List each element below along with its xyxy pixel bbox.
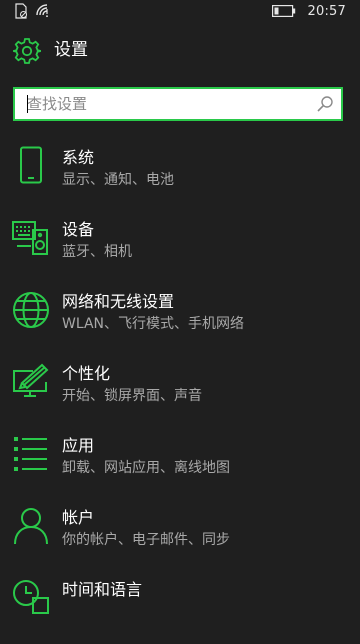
category-description: 显示、通知、电池	[62, 172, 174, 188]
category-personalization[interactable]: 个性化 开始、锁屏界面、声音	[0, 356, 360, 428]
text-caret	[27, 95, 28, 113]
person-icon	[11, 506, 51, 546]
gear-icon	[10, 37, 42, 69]
category-label: 系统	[62, 148, 95, 167]
category-label: 设备	[62, 220, 95, 239]
settings-category-list: 系统 显示、通知、电池 设备 蓝牙、相机 网络和无线设置 WLAN、飞行模式、手…	[0, 140, 360, 644]
status-bar: 20:57	[0, 0, 360, 24]
wifi-icon	[35, 3, 53, 23]
category-label: 应用	[62, 436, 95, 455]
category-time-language[interactable]: 时间和语言	[0, 572, 360, 644]
personalization-icon	[11, 362, 51, 402]
category-system[interactable]: 系统 显示、通知、电池	[0, 140, 360, 212]
category-label: 个性化	[62, 364, 111, 383]
page-title: 设置	[54, 40, 88, 60]
category-devices[interactable]: 设备 蓝牙、相机	[0, 212, 360, 284]
status-left	[14, 3, 53, 23]
page-header: 设置	[0, 34, 360, 68]
search-input[interactable]	[15, 89, 317, 119]
phone-icon	[11, 146, 51, 186]
category-description: 开始、锁屏界面、声音	[62, 388, 202, 404]
search-box[interactable]	[13, 87, 343, 121]
battery-icon	[271, 2, 296, 21]
devices-icon	[11, 218, 51, 258]
apps-list-icon	[11, 434, 51, 474]
time-language-icon	[11, 578, 51, 618]
category-description: 你的帐户、电子邮件、同步	[62, 532, 230, 548]
status-right: 20:57	[271, 2, 346, 21]
globe-icon	[11, 290, 51, 330]
category-label: 时间和语言	[62, 580, 143, 599]
category-label: 网络和无线设置	[62, 292, 175, 311]
no-sim-icon	[14, 3, 28, 23]
category-description: 卸载、网站应用、离线地图	[62, 460, 230, 476]
category-apps[interactable]: 应用 卸载、网站应用、离线地图	[0, 428, 360, 500]
category-description: 蓝牙、相机	[62, 244, 132, 260]
category-network[interactable]: 网络和无线设置 WLAN、飞行模式、手机网络	[0, 284, 360, 356]
category-label: 帐户	[62, 508, 95, 527]
category-description: WLAN、飞行模式、手机网络	[62, 316, 245, 332]
search-icon[interactable]	[313, 92, 337, 116]
category-accounts[interactable]: 帐户 你的帐户、电子邮件、同步	[0, 500, 360, 572]
clock: 20:57	[307, 4, 346, 19]
